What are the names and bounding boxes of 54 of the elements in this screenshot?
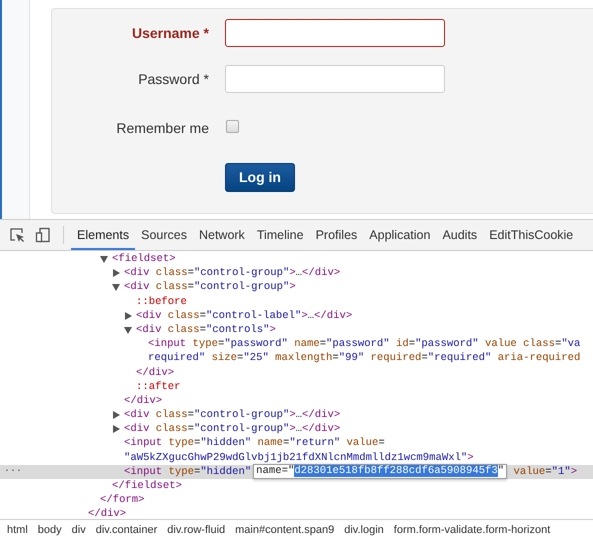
collapse-triangle-icon[interactable] [100, 256, 108, 263]
devtools-tab[interactable]: Sources [135, 220, 193, 250]
breadcrumb-item[interactable]: div.login [339, 524, 389, 536]
devtools-tab[interactable]: Elements [71, 220, 136, 250]
code-line: <input type="hidden" [124, 464, 252, 480]
code-line: </fieldset> [112, 479, 182, 494]
field-label: Username * [130, 25, 210, 41]
code-line: </div> [124, 394, 162, 408]
code-line: <input type="hidden" name="return" value= [124, 436, 385, 451]
breadcrumb-item[interactable]: div.row-fluid [162, 524, 230, 536]
devtools-tab[interactable]: Application [363, 220, 436, 250]
code-line: </div> [136, 366, 174, 380]
expand-triangle-icon[interactable] [113, 425, 120, 434]
breadcrumb-item[interactable]: body [32, 524, 67, 536]
password-field[interactable] [225, 65, 445, 93]
field-label: Remember me [115, 120, 210, 136]
devtools-tab[interactable]: Network [192, 220, 251, 250]
code-line: <div class="control-group">…</div> [124, 266, 340, 280]
devtools-tab[interactable]: Profiles [310, 220, 364, 250]
collapse-triangle-icon[interactable] [124, 326, 132, 334]
expand-triangle-icon[interactable] [125, 312, 132, 320]
breadcrumb-item[interactable]: html [2, 524, 33, 536]
breadcrumb-item[interactable]: div [66, 524, 91, 536]
device-icon[interactable] [35, 227, 51, 243]
code-line: <div class="control-group">…</div> [124, 422, 340, 436]
code-line: required" size="25" maxlength="99" required="required" aria-required [148, 351, 580, 366]
breadcrumb-item[interactable]: form.form-validate.form-horizont [388, 524, 556, 536]
devtools-tab[interactable]: Audits [436, 220, 484, 250]
code-line: <div class="control-group">…</div> [124, 408, 340, 422]
login-button[interactable]: Log in [225, 162, 295, 192]
devtools-tab[interactable]: EditThisCookie [483, 220, 580, 250]
code-line: "aW5kZXgucGhwP29wdGlvbj1jb21fdXNlcnMmdmlldz1wcm9maWxl"> [124, 450, 474, 465]
username-field[interactable] [225, 19, 445, 47]
attribute-edit-field[interactable]: name="d28301e518fb8ff288cdf6a5908945f3" [253, 464, 508, 480]
field-label: Password * [137, 71, 210, 87]
expand-triangle-icon[interactable] [113, 269, 120, 278]
expand-triangle-icon[interactable] [113, 411, 120, 420]
code-line: <fieldset> [112, 252, 176, 266]
devtools-tab[interactable]: Timeline [250, 220, 310, 250]
more-button[interactable]: ··· [4, 464, 22, 480]
inspect-icon[interactable] [9, 227, 25, 243]
code-line: ::after [136, 380, 181, 394]
collapse-triangle-icon[interactable] [112, 284, 120, 291]
code-line: <input type="password" name="password" id="password" value class="va [148, 337, 580, 352]
code-line: value="1"> [512, 464, 578, 480]
breadcrumb-item[interactable]: div.container [90, 524, 162, 536]
code-line: ::before [136, 294, 187, 309]
checkbox[interactable] [226, 120, 239, 132]
code-line: <div class="control-label">…</div> [136, 308, 352, 323]
code-line: </div> [88, 507, 126, 519]
code-line: <div class="controls"> [136, 322, 276, 338]
breadcrumb-item[interactable]: main#content.span9 [230, 524, 340, 536]
code-line: </form> [100, 493, 145, 508]
code-line: <div class="control-group"> [124, 280, 296, 295]
